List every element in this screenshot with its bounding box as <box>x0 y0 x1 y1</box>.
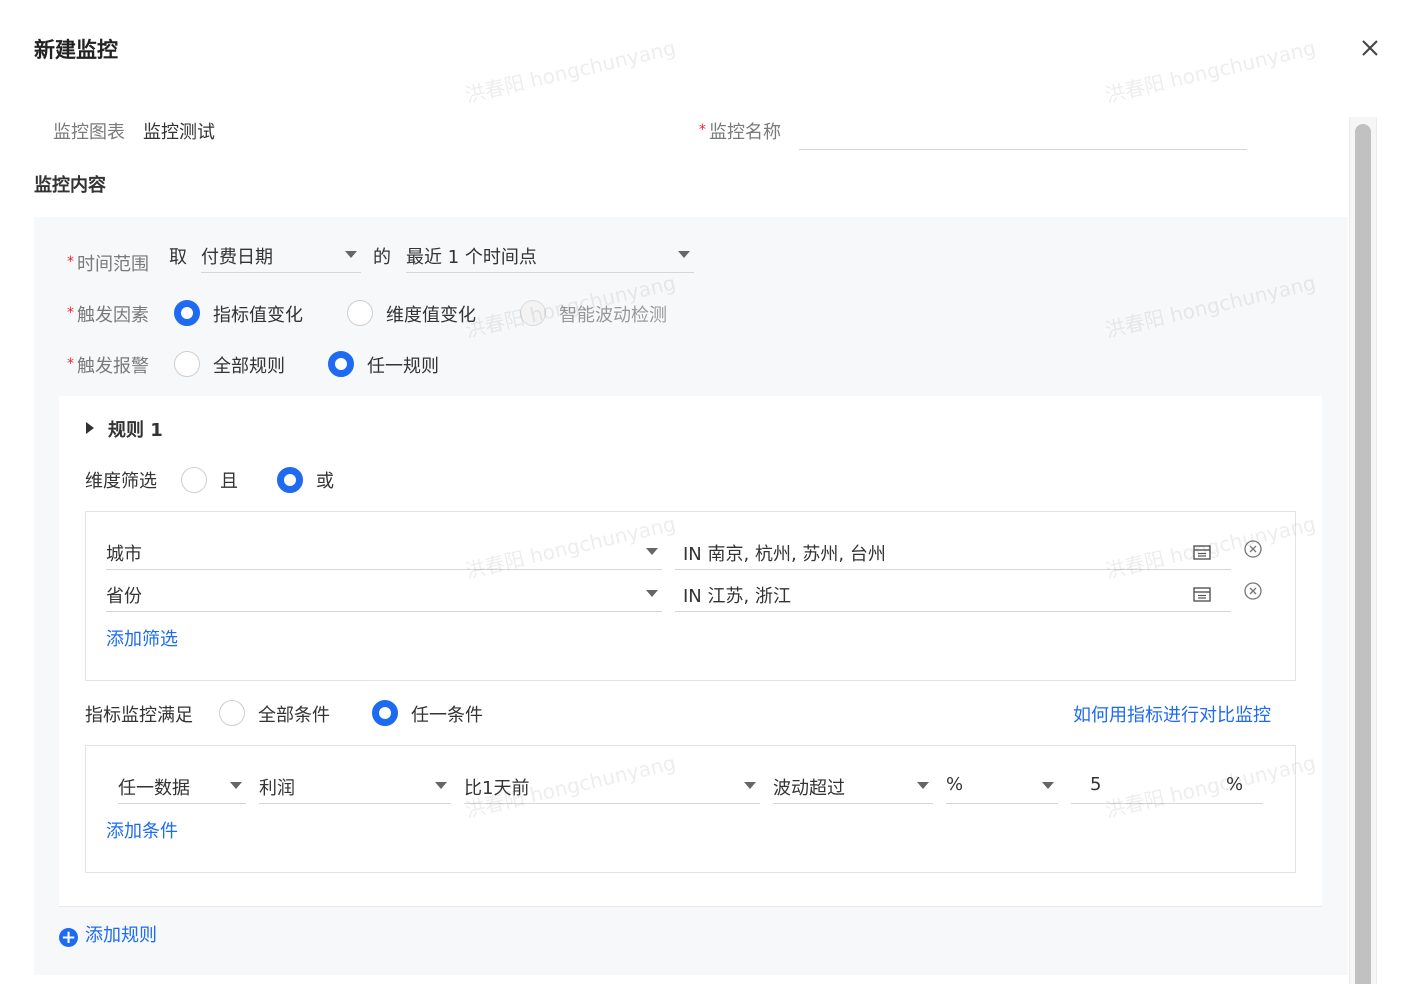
remove-filter-icon[interactable] <box>1243 539 1263 559</box>
radio-label-any-condition: 任一条件 <box>411 705 483 726</box>
trigger-alert-label: * 触发报警 <box>67 356 149 377</box>
help-link[interactable]: 如何用指标进行对比监控 <box>1073 701 1271 727</box>
of-text: 的 <box>373 247 391 268</box>
threshold-unit: % <box>1226 774 1244 795</box>
scope-value: 任一数据 <box>118 778 190 799</box>
chart-value: 监控测试 <box>143 122 215 143</box>
caret-down-icon <box>646 548 658 555</box>
radio-or[interactable] <box>277 467 303 493</box>
filter-values-value: IN 江苏, 浙江 <box>683 586 791 607</box>
caret-down-icon <box>917 782 929 789</box>
calendar-icon[interactable] <box>1193 586 1211 602</box>
threshold-value: 5 <box>1090 774 1102 795</box>
operator-value: 波动超过 <box>773 778 845 799</box>
threshold-input[interactable]: 5 % <box>1071 766 1263 804</box>
filter-dimension-value: 城市 <box>106 544 142 565</box>
compare-value: 比1天前 <box>464 778 530 799</box>
compare-select[interactable]: 比1天前 <box>464 766 760 804</box>
metric-select[interactable]: 利润 <box>259 766 451 804</box>
watermark: 洪春阳 hongchunyang <box>462 35 678 108</box>
calendar-icon[interactable] <box>1193 544 1211 560</box>
unit-type-select[interactable]: % <box>946 766 1058 804</box>
chart-label: 监控图表 <box>53 122 125 143</box>
radio-dimension-change[interactable] <box>347 300 373 326</box>
operator-select[interactable]: 波动超过 <box>773 766 933 804</box>
section-title: 监控内容 <box>34 175 106 196</box>
caret-down-icon <box>646 590 658 597</box>
rule-title[interactable]: 规则 1 <box>108 416 163 442</box>
watermark: 洪春阳 hongchunyang <box>1102 35 1318 108</box>
close-button[interactable] <box>1356 34 1384 62</box>
filter-dimension-value: 省份 <box>106 586 142 607</box>
caret-right-icon[interactable] <box>86 422 94 434</box>
remove-filter-icon[interactable] <box>1243 581 1263 601</box>
unit-type-value: % <box>946 774 964 795</box>
radio-label-metric-change: 指标值变化 <box>213 305 303 326</box>
filter-dimension-select[interactable]: 省份 <box>106 574 662 612</box>
filter-values-value: IN 南京, 杭州, 苏州, 台州 <box>683 544 886 565</box>
metric-condition-label: 指标监控满足 <box>85 705 193 726</box>
plus-circle-icon: + <box>59 927 78 948</box>
time-range-label: * 时间范围 <box>67 254 149 275</box>
add-condition-link[interactable]: 添加条件 <box>106 817 178 843</box>
radio-smart-detection[interactable] <box>520 300 546 326</box>
caret-down-icon <box>435 782 447 789</box>
name-label: * 监控名称 <box>699 122 781 143</box>
scope-select[interactable]: 任一数据 <box>118 766 246 804</box>
radio-all-conditions[interactable] <box>219 700 245 726</box>
monitor-name-input[interactable] <box>799 112 1247 150</box>
required-mark: * <box>699 122 706 138</box>
caret-down-icon <box>1042 782 1054 789</box>
radio-label-all-rules: 全部规则 <box>213 356 285 377</box>
caret-down-icon <box>230 782 242 789</box>
take-text: 取 <box>169 247 187 268</box>
period-select[interactable]: 最近 1 个时间点 <box>406 235 694 273</box>
filter-values-input[interactable]: IN 江苏, 浙江 <box>675 574 1231 612</box>
trigger-factor-label: * 触发因素 <box>67 305 149 326</box>
radio-label-and: 且 <box>220 471 238 492</box>
caret-down-icon <box>744 782 756 789</box>
condition-box <box>85 745 1296 873</box>
radio-metric-change[interactable] <box>174 300 200 326</box>
dialog-title: 新建监控 <box>34 38 118 62</box>
add-rule-button[interactable]: + 添加规则 <box>59 921 157 947</box>
date-field-value: 付费日期 <box>201 247 273 268</box>
metric-value: 利润 <box>259 778 295 799</box>
caret-down-icon <box>345 251 357 258</box>
radio-any-condition[interactable] <box>372 700 398 726</box>
add-rule-label: 添加规则 <box>85 925 157 946</box>
radio-label-any-rule: 任一规则 <box>367 356 439 377</box>
date-field-select[interactable]: 付费日期 <box>201 235 361 273</box>
scrollbar-thumb[interactable] <box>1355 124 1371 984</box>
filter-values-input[interactable]: IN 南京, 杭州, 苏州, 台州 <box>675 532 1231 570</box>
add-filter-link[interactable]: 添加筛选 <box>106 625 178 651</box>
radio-and[interactable] <box>181 467 207 493</box>
close-icon <box>1362 40 1378 56</box>
radio-label-dimension-change: 维度值变化 <box>386 305 476 326</box>
filter-dimension-select[interactable]: 城市 <box>106 532 662 570</box>
caret-down-icon <box>678 251 690 258</box>
divider <box>59 906 1322 907</box>
radio-all-rules[interactable] <box>174 351 200 377</box>
radio-label-or: 或 <box>316 471 334 492</box>
radio-label-smart-detection: 智能波动检测 <box>559 305 667 326</box>
radio-any-rule[interactable] <box>328 351 354 377</box>
dimension-filter-label: 维度筛选 <box>85 471 157 492</box>
period-value: 最近 1 个时间点 <box>406 247 537 268</box>
radio-label-all-conditions: 全部条件 <box>258 705 330 726</box>
